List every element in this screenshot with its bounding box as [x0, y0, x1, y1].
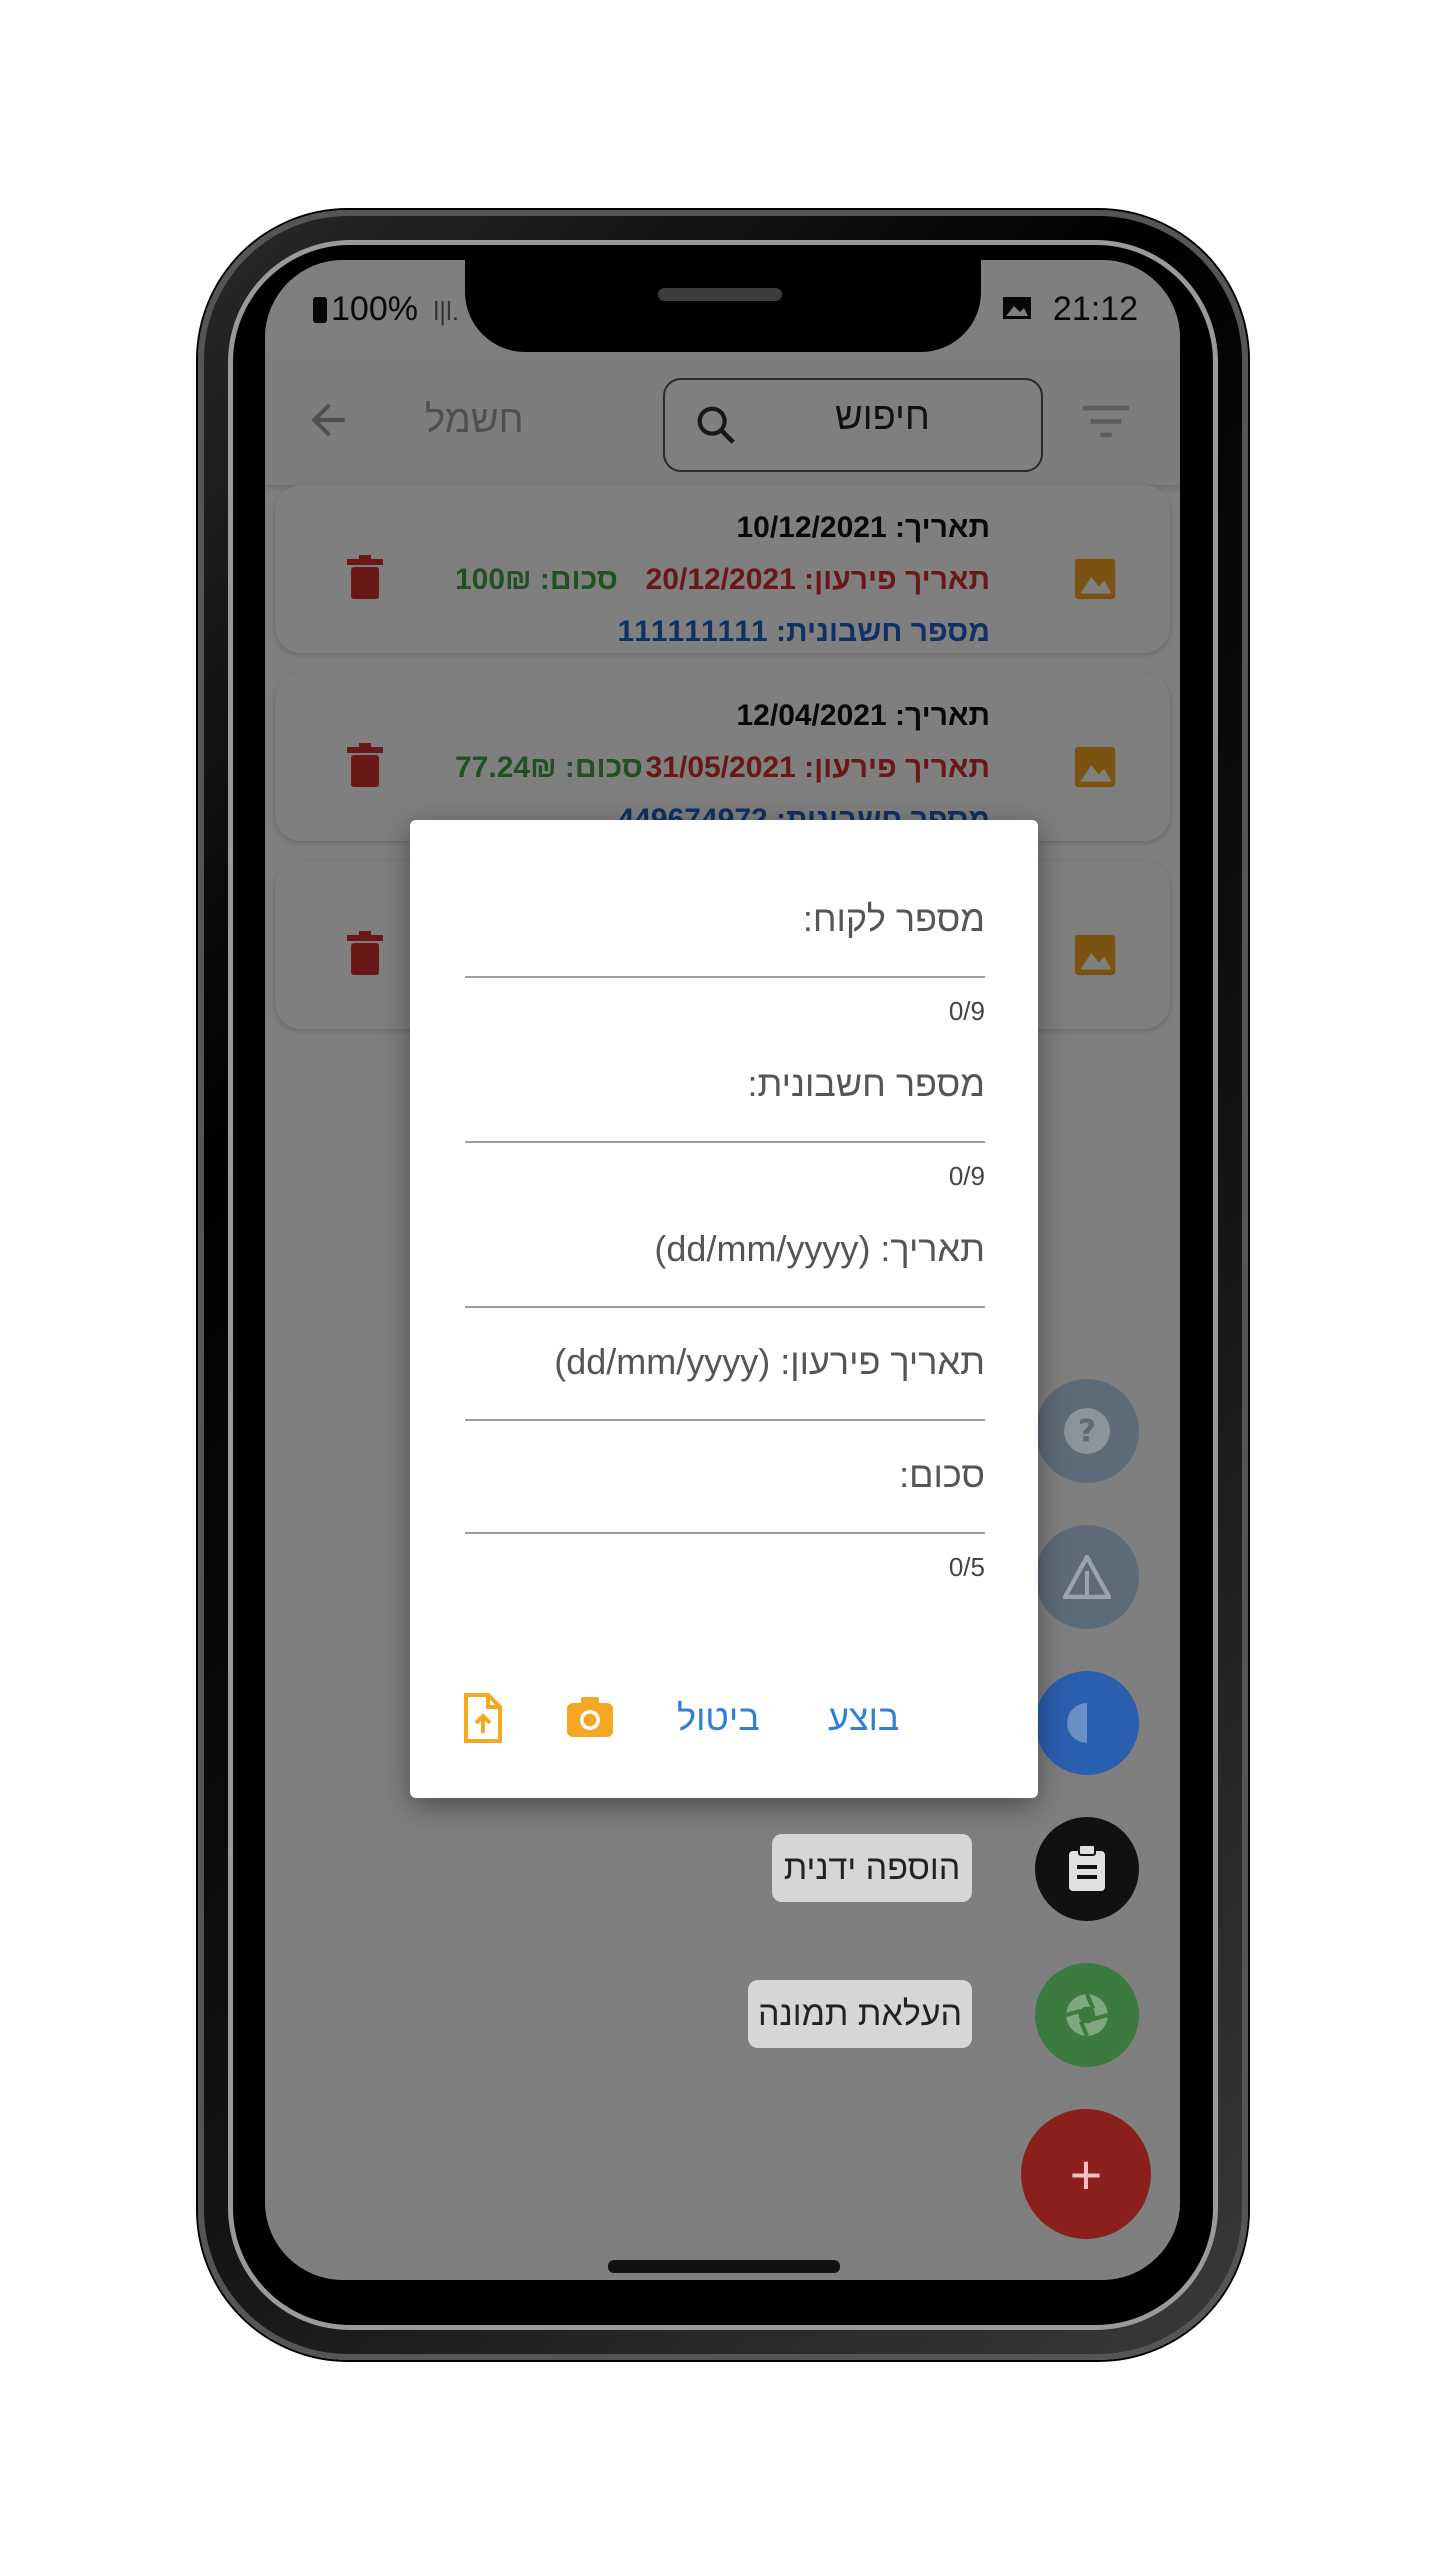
svg-text:?: ?: [1078, 1413, 1096, 1449]
customer-number-field[interactable]: מספר לקוח: 0/9: [465, 898, 985, 1026]
help-icon: ?: [1064, 1408, 1110, 1454]
date-label: תאריך: (dd/mm/yyyy): [654, 1228, 985, 1269]
earpiece-speaker: [658, 288, 782, 301]
chart-fab[interactable]: [1035, 1671, 1139, 1775]
manual-add-fab[interactable]: [1035, 1817, 1139, 1921]
customer-number-label: מספר לקוח:: [802, 898, 985, 939]
add-invoice-dialog: מספר לקוח: 0/9 מספר חשבונית: 0/9 תאריך: …: [410, 820, 1038, 1798]
due-date-label: תאריך פירעון: (dd/mm/yyyy): [554, 1341, 985, 1382]
camera-shutter-icon: [1065, 1993, 1109, 2037]
amount-underline: [465, 1532, 985, 1534]
customer-number-underline: [465, 976, 985, 978]
amount-label: סכום:: [899, 1454, 985, 1495]
date-underline: [465, 1306, 985, 1308]
warning-fab[interactable]: [1035, 1525, 1139, 1629]
file-upload-icon[interactable]: [462, 1693, 502, 1743]
plus-icon: +: [1069, 2142, 1103, 2206]
manual-add-label[interactable]: הוספה ידנית: [772, 1834, 972, 1902]
invoice-number-field[interactable]: מספר חשבונית: 0/9: [465, 1063, 985, 1191]
pie-chart-icon: [1067, 1703, 1107, 1743]
invoice-number-counter: 0/9: [948, 1161, 985, 1191]
app-screen: 100% l|l. 21:12 חשמל חיפוש תאריך: 10/12/…: [265, 260, 1180, 2280]
warning-icon: [1063, 1555, 1111, 1599]
due-date-underline: [465, 1419, 985, 1421]
clipboard-icon: [1069, 1845, 1105, 1891]
upload-image-fab[interactable]: [1035, 1963, 1139, 2067]
invoice-number-underline: [465, 1141, 985, 1143]
amount-field[interactable]: סכום: 0/5: [465, 1454, 985, 1582]
help-fab[interactable]: ?: [1035, 1379, 1139, 1483]
home-indicator: [608, 2260, 840, 2273]
cancel-button[interactable]: ביטול: [677, 1697, 760, 1739]
customer-number-counter: 0/9: [948, 996, 985, 1026]
submit-button[interactable]: בוצע: [828, 1697, 899, 1739]
due-date-field[interactable]: תאריך פירעון: (dd/mm/yyyy): [465, 1341, 985, 1431]
amount-counter: 0/5: [948, 1552, 985, 1582]
camera-icon[interactable]: [565, 1695, 615, 1739]
invoice-number-label: מספר חשבונית:: [747, 1063, 985, 1104]
phone-notch: [465, 250, 981, 352]
upload-image-label[interactable]: העלאת תמונה: [748, 1980, 972, 2048]
date-field[interactable]: תאריך: (dd/mm/yyyy): [465, 1228, 985, 1318]
add-fab[interactable]: +: [1021, 2109, 1151, 2239]
